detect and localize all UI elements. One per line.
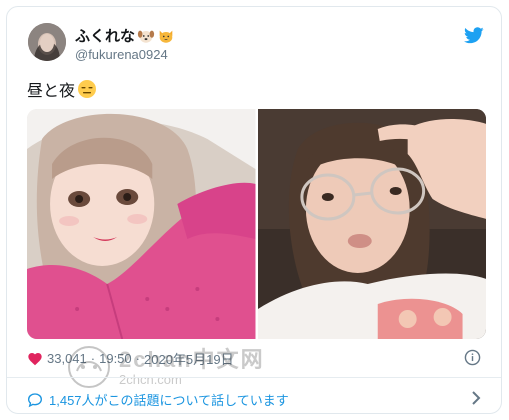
night-photo[interactable] (257, 109, 486, 339)
tweet-text-content: 昼と夜 (27, 83, 76, 100)
dog-face-emoji (137, 30, 155, 43)
tweet-card[interactable]: ふくれな @fukurena0924 昼と夜 33,041 · 19:50 · … (6, 6, 502, 414)
tweet-time[interactable]: 19:50 (99, 351, 132, 366)
meta-separator: · (135, 351, 140, 366)
avatar[interactable] (28, 23, 66, 61)
display-name[interactable]: ふくれな (75, 25, 135, 46)
speech-bubble-icon (27, 392, 43, 407)
info-icon[interactable] (464, 349, 481, 366)
discussion-link[interactable]: 1,457人がこの話題について話しています (27, 390, 289, 409)
tweet-date[interactable]: 2020年5月19日 (144, 349, 234, 368)
expressionless-face-emoji (78, 80, 97, 98)
tweet-meta: 33,041 · 19:50 · 2020年5月19日 (27, 349, 234, 368)
media-grid[interactable] (27, 109, 486, 339)
meta-separator: · (90, 351, 96, 366)
cat-face-emoji (159, 30, 173, 43)
author-name-row[interactable]: ふくれな (75, 25, 175, 46)
day-photo[interactable] (27, 109, 256, 339)
tweet-text: 昼と夜 (27, 77, 97, 101)
heart-icon[interactable] (27, 351, 43, 367)
like-count[interactable]: 33,041 (47, 351, 87, 366)
chevron-right-icon[interactable] (471, 391, 481, 405)
discussion-text[interactable]: 1,457人がこの話題について話しています (49, 390, 289, 409)
watermark-text-en: 2chcn.com (119, 371, 182, 387)
author-handle[interactable]: @fukurena0924 (75, 47, 168, 62)
twitter-bird-icon[interactable] (464, 27, 484, 44)
divider (7, 377, 501, 378)
